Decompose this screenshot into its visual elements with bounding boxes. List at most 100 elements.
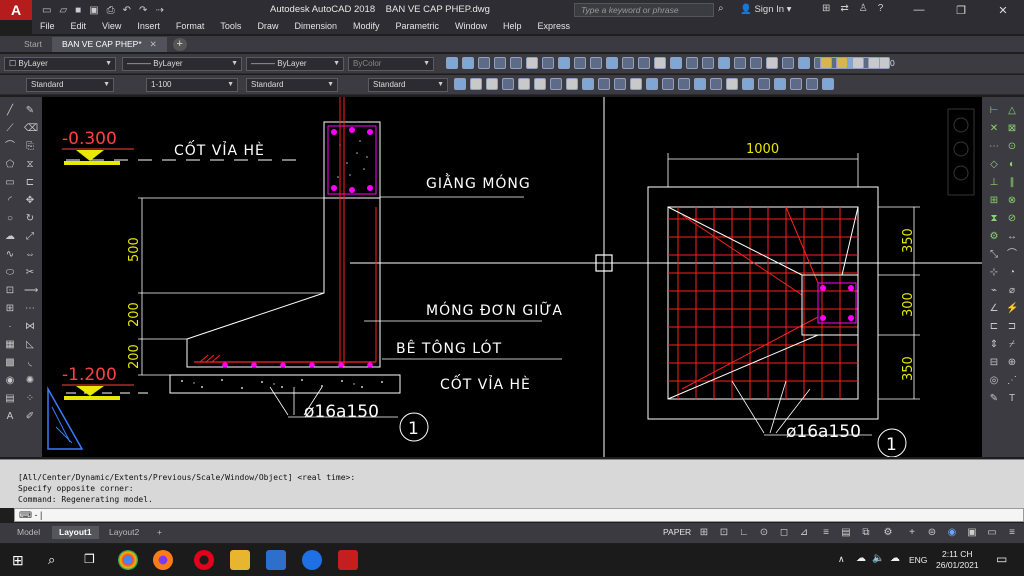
view-19-icon[interactable] xyxy=(766,57,778,69)
view-11-icon[interactable] xyxy=(638,57,650,69)
lock-icon[interactable] xyxy=(852,57,864,69)
dim-angular-icon[interactable]: ∠ xyxy=(988,303,1000,315)
view-7-icon[interactable] xyxy=(574,57,586,69)
view-2-icon[interactable] xyxy=(494,57,506,69)
edit-tool-icon[interactable]: ✐ xyxy=(24,411,36,423)
tab-start[interactable]: Start xyxy=(14,37,52,52)
vs-19-icon[interactable] xyxy=(742,78,754,90)
polygon-tool-icon[interactable]: ⬠ xyxy=(4,159,16,171)
clock[interactable]: 2:11 CH 26/01/2021 xyxy=(936,549,979,571)
plotstyle-combo[interactable]: ByColor ▼ xyxy=(348,57,434,71)
view-16-icon[interactable] xyxy=(718,57,730,69)
isolate-icon[interactable]: ◉ xyxy=(946,527,958,539)
arc-tool-icon[interactable]: ◜ xyxy=(4,195,16,207)
vs-1-icon[interactable] xyxy=(454,78,466,90)
vs-23-icon[interactable] xyxy=(806,78,818,90)
volume-icon[interactable]: 🔈 xyxy=(872,553,884,564)
osnap-nearest-icon[interactable]: ⧗ xyxy=(988,213,1000,225)
network-icon[interactable]: ☁ xyxy=(890,553,900,564)
vs-4-icon[interactable] xyxy=(502,78,514,90)
saveas-icon[interactable]: ▣ xyxy=(89,5,98,16)
zoom-icon[interactable] xyxy=(446,57,458,69)
vs-2-icon[interactable] xyxy=(470,78,482,90)
osnap-intersect-icon[interactable]: ✕ xyxy=(988,123,1000,135)
rotate-tool-icon[interactable]: ↻ xyxy=(24,213,36,225)
drawing-canvas[interactable]: 500 200 200 -0.300 -1.200 CỐT VỈA HÈ GIẰ… xyxy=(42,97,982,457)
vs-7-icon[interactable] xyxy=(550,78,562,90)
vs-22-icon[interactable] xyxy=(790,78,802,90)
inspect-icon[interactable]: ◎ xyxy=(988,375,1000,387)
add-icon[interactable]: + xyxy=(906,527,918,539)
erase-tool-icon[interactable]: ⌫ xyxy=(24,123,38,135)
xline-tool-icon[interactable]: ⟋ xyxy=(4,123,16,135)
lineweight-combo[interactable]: ——— ByLayer ▼ xyxy=(246,57,344,71)
revcloud-tool-icon[interactable]: ☁ xyxy=(4,231,16,243)
zalo-icon[interactable] xyxy=(302,550,322,570)
dim-radius-icon[interactable]: ◔ xyxy=(1006,267,1018,279)
move-tool-icon[interactable]: ✥ xyxy=(24,195,36,207)
menu-edit[interactable]: Edit xyxy=(63,20,95,34)
insert-tool-icon[interactable]: ⊡ xyxy=(4,285,16,297)
linetype-combo[interactable]: ——— ByLayer ▼ xyxy=(122,57,242,71)
view-4-icon[interactable] xyxy=(526,57,538,69)
cart-icon[interactable]: ⊞ xyxy=(822,3,830,14)
view-21-icon[interactable] xyxy=(798,57,810,69)
vs-17-icon[interactable] xyxy=(710,78,722,90)
transparency-icon[interactable]: ▤ xyxy=(840,527,852,539)
lineweight-icon[interactable]: ≡ xyxy=(820,527,832,539)
menu-tools[interactable]: Tools xyxy=(212,20,249,34)
dim-arc-icon[interactable]: ⌒ xyxy=(1006,249,1018,261)
view-6-icon[interactable] xyxy=(558,57,570,69)
view-14-icon[interactable] xyxy=(686,57,698,69)
trim-tool-icon[interactable]: ✂ xyxy=(24,267,36,279)
notification-icon[interactable]: ▭ xyxy=(996,552,1007,566)
menu-window[interactable]: Window xyxy=(447,20,495,34)
mirror-tool-icon[interactable]: ⧖ xyxy=(24,159,36,171)
color-icon[interactable] xyxy=(868,57,880,69)
vs-11-icon[interactable] xyxy=(614,78,626,90)
view-5-icon[interactable] xyxy=(542,57,554,69)
dim-linear-icon[interactable]: ↔ xyxy=(1006,231,1018,243)
dim-text-edit-icon[interactable]: T xyxy=(1006,393,1018,405)
vs-8-icon[interactable] xyxy=(566,78,578,90)
join-tool-icon[interactable]: ⋈ xyxy=(24,321,36,333)
bulb-icon[interactable] xyxy=(820,57,832,69)
vs-16-icon[interactable] xyxy=(694,78,706,90)
array-tool-icon[interactable]: ⁘ xyxy=(24,393,36,405)
table-tool-icon[interactable]: ▤ xyxy=(4,393,16,405)
vs-3-icon[interactable] xyxy=(486,78,498,90)
redo-icon[interactable]: ↷ xyxy=(139,5,147,16)
chamfer-tool-icon[interactable]: ◺ xyxy=(24,339,36,351)
menu-help[interactable]: Help xyxy=(495,20,530,34)
line-tool-icon[interactable]: ╱ xyxy=(4,105,16,117)
vs-5-icon[interactable] xyxy=(518,78,530,90)
new-tab-button[interactable]: + xyxy=(172,38,187,51)
windows-start-icon[interactable]: ⊞ xyxy=(12,552,24,569)
tab-layout2[interactable]: Layout2 xyxy=(102,526,146,539)
file-explorer-icon[interactable] xyxy=(230,550,250,570)
spline-tool-icon[interactable]: ∿ xyxy=(4,249,16,261)
vs-21-icon[interactable] xyxy=(774,78,786,90)
undo-icon[interactable]: ↶ xyxy=(123,5,131,16)
view-15-icon[interactable] xyxy=(702,57,714,69)
selection-cycle-icon[interactable]: ⧉ xyxy=(860,527,872,539)
dim-jogged-icon[interactable]: ⌁ xyxy=(988,285,1000,297)
ortho-icon[interactable]: ∟ xyxy=(738,527,750,539)
tab-model[interactable]: Model xyxy=(10,526,47,539)
osnap-none-icon[interactable]: ⊘ xyxy=(1006,213,1018,225)
tray-chevron-icon[interactable]: ∧ xyxy=(838,554,845,565)
workspace-icon[interactable]: ⊜ xyxy=(926,527,938,539)
osnap-tangent-icon[interactable]: ◐ xyxy=(1006,159,1018,171)
break-tool-icon[interactable]: ⋯ xyxy=(24,303,36,315)
view-10-icon[interactable] xyxy=(622,57,634,69)
hatch-tool-icon[interactable]: ▦ xyxy=(4,339,16,351)
restore-icon[interactable]: ❐ xyxy=(940,0,982,20)
osnap-center-icon[interactable]: ⊙ xyxy=(1006,141,1018,153)
block-tool-icon[interactable]: ⊞ xyxy=(4,303,16,315)
tab-layout1[interactable]: Layout1 xyxy=(52,526,99,539)
osnap-toggle-icon[interactable]: ◻ xyxy=(778,527,790,539)
osnap-node-icon[interactable]: ⊗ xyxy=(1006,195,1018,207)
vs-14-icon[interactable] xyxy=(662,78,674,90)
vs-6-icon[interactable] xyxy=(534,78,546,90)
vs-15-icon[interactable] xyxy=(678,78,690,90)
